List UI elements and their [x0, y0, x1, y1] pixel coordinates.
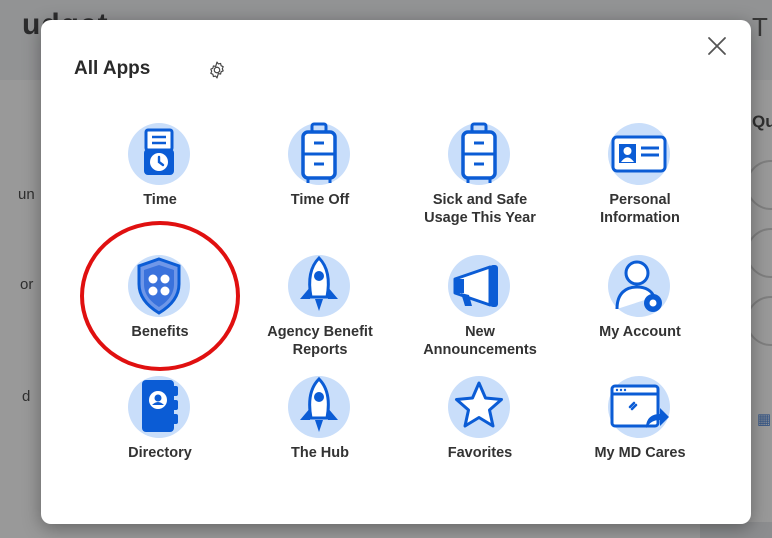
app-label: Benefits — [131, 324, 189, 340]
time-clock-icon — [128, 123, 190, 185]
app-label: Directory — [128, 445, 192, 461]
app-label: Favorites — [447, 445, 513, 461]
app-tile-my-account[interactable]: My Account — [560, 253, 720, 378]
app-tile-agency-benefit-reports[interactable]: Agency Benefit Reports — [240, 253, 400, 378]
directory-book-icon — [128, 376, 190, 438]
app-label: My MD Cares — [594, 445, 686, 461]
app-tile-time[interactable]: Time — [80, 121, 240, 246]
app-label: Agency Benefit Reports — [267, 324, 373, 358]
app-tile-the-hub[interactable]: The Hub — [240, 374, 400, 499]
close-icon[interactable] — [705, 34, 729, 58]
rocket-icon — [288, 376, 350, 438]
app-label: Personal Information — [600, 192, 680, 226]
app-label: Time — [143, 192, 177, 208]
app-label: New Announcements — [423, 324, 537, 358]
app-tile-benefits[interactable]: Benefits — [80, 253, 240, 378]
app-tile-personal-information[interactable]: Personal Information — [560, 121, 720, 246]
luggage-icon — [288, 122, 350, 185]
id-card-icon — [608, 123, 670, 185]
app-label: Sick and Safe Usage This Year — [424, 192, 536, 226]
megaphone-icon — [448, 255, 510, 317]
star-icon — [448, 376, 510, 438]
web-share-icon — [608, 376, 670, 438]
app-label: The Hub — [291, 445, 349, 461]
app-tile-my-md-cares[interactable]: My MD Cares — [560, 374, 720, 499]
app-tile-new-announcements[interactable]: New Announcements — [400, 253, 560, 378]
gear-icon[interactable] — [207, 60, 227, 80]
app-tile-directory[interactable]: Directory — [80, 374, 240, 499]
user-gear-icon — [608, 255, 670, 317]
modal-title: All Apps — [74, 58, 151, 79]
rocket-icon — [288, 255, 350, 317]
all-apps-modal: All Apps Time Time Off Sick and Safe Usa… — [41, 20, 751, 524]
benefits-shield-icon — [128, 255, 190, 317]
app-tile-time-off[interactable]: Time Off — [240, 121, 400, 246]
app-label: My Account — [599, 324, 681, 340]
app-tile-sick-and-safe[interactable]: Sick and Safe Usage This Year — [400, 121, 560, 246]
app-label: Time Off — [290, 192, 350, 208]
app-tile-favorites[interactable]: Favorites — [400, 374, 560, 499]
luggage-icon — [448, 122, 510, 185]
